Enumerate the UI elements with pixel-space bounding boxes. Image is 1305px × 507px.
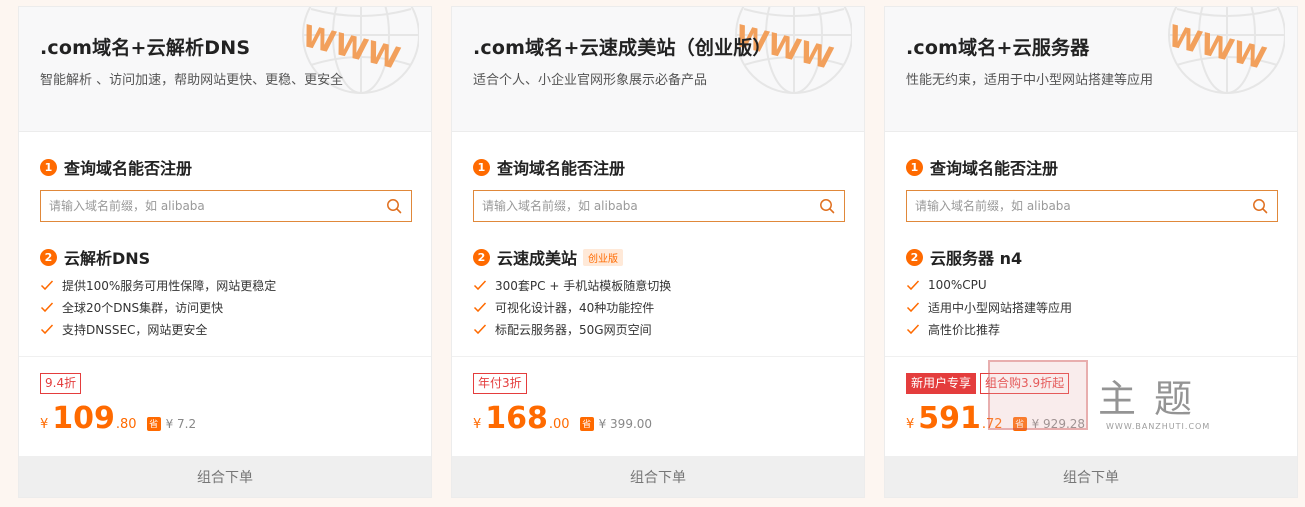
divider bbox=[885, 356, 1297, 357]
globe-www-icon: WWW bbox=[299, 7, 419, 94]
product-name: 云服务器 n4 bbox=[930, 249, 1023, 268]
product-card-dns: WWW .com域名+云解析DNS 智能解析 、访问加速，帮助网站更快、更稳、更… bbox=[18, 6, 432, 498]
step-label: 查询域名能否注册 bbox=[930, 159, 1059, 178]
card-subtitle: 适合个人、小企业官网形象展示必备产品 bbox=[473, 73, 708, 88]
feature-item: 支持DNSSEC，网站更安全 bbox=[40, 318, 276, 340]
feature-item: 提供100%服务可用性保障，网站更稳定 bbox=[40, 274, 276, 296]
search-icon[interactable] bbox=[1243, 191, 1277, 221]
product-name: 云速成美站 bbox=[497, 249, 578, 268]
feature-item: 适用中小型网站搭建等应用 bbox=[906, 296, 1072, 318]
step-number-1: 1 bbox=[906, 158, 923, 176]
price: ¥ 591 .72 省 ¥ 929.28 bbox=[906, 401, 1085, 437]
feature-item: 可视化设计器，40种功能控件 bbox=[473, 296, 671, 318]
price: ¥ 109 .80 省 ¥ 7.2 bbox=[40, 401, 196, 437]
globe-www-icon: WWW bbox=[1165, 7, 1285, 94]
discount-badges: 年付3折 bbox=[473, 373, 531, 394]
domain-search-box bbox=[473, 190, 845, 222]
original-price: ¥ 929.28 bbox=[1031, 417, 1086, 431]
divider bbox=[452, 356, 864, 357]
discount-badges: 新用户专享 组合购3.9折起 bbox=[906, 373, 1073, 394]
step-1: 1 查询域名能否注册 bbox=[40, 155, 192, 179]
price-decimal: .72 bbox=[981, 417, 1003, 432]
domain-search-input[interactable] bbox=[915, 192, 1243, 220]
card-subtitle: 智能解析 、访问加速，帮助网站更快、更稳、更安全 bbox=[40, 73, 344, 88]
currency-symbol: ¥ bbox=[906, 417, 915, 432]
original-price: ¥ 7.2 bbox=[165, 417, 197, 431]
price-decimal: .00 bbox=[548, 417, 570, 432]
card-title: .com域名+云速成美站（创业版） bbox=[473, 37, 772, 59]
step-number-2: 2 bbox=[906, 248, 923, 266]
step-2: 2 云服务器 n4 bbox=[906, 245, 1022, 269]
feature-item: 高性价比推荐 bbox=[906, 318, 1072, 340]
step-2: 2 云速成美站 创业版 bbox=[473, 245, 624, 269]
step-number-2: 2 bbox=[40, 248, 57, 266]
step-label: 查询域名能否注册 bbox=[497, 159, 626, 178]
check-icon bbox=[906, 302, 920, 313]
step-2: 2 云解析DNS bbox=[40, 245, 150, 269]
price-integer: 168 bbox=[485, 401, 548, 436]
divider bbox=[19, 356, 431, 357]
step-number-2: 2 bbox=[473, 248, 490, 266]
check-icon bbox=[473, 324, 487, 335]
step-number-1: 1 bbox=[473, 158, 490, 176]
check-icon bbox=[906, 324, 920, 335]
discount-badge: 9.4折 bbox=[40, 373, 82, 394]
product-card-site-builder: WWW .com域名+云速成美站（创业版） 适合个人、小企业官网形象展示必备产品… bbox=[451, 6, 865, 498]
domain-search-box bbox=[906, 190, 1278, 222]
check-icon bbox=[906, 280, 920, 291]
discount-badge: 年付3折 bbox=[473, 373, 527, 394]
feature-list: 300套PC + 手机站模板随意切换 可视化设计器，40种功能控件 标配云服务器… bbox=[473, 274, 671, 340]
price-decimal: .80 bbox=[115, 417, 137, 432]
price: ¥ 168 .00 省 ¥ 399.00 bbox=[473, 401, 652, 437]
search-icon[interactable] bbox=[377, 191, 411, 221]
feature-item: 全球20个DNS集群，访问更快 bbox=[40, 296, 276, 318]
currency-symbol: ¥ bbox=[473, 417, 482, 432]
domain-search-input[interactable] bbox=[49, 192, 377, 220]
order-button[interactable]: 组合下单 bbox=[452, 456, 864, 497]
price-integer: 591 bbox=[918, 401, 981, 436]
domain-search-box bbox=[40, 190, 412, 222]
card-header: WWW .com域名+云解析DNS 智能解析 、访问加速，帮助网站更快、更稳、更… bbox=[19, 7, 431, 132]
domain-search-input[interactable] bbox=[482, 192, 810, 220]
feature-item: 100%CPU bbox=[906, 274, 1072, 296]
card-subtitle: 性能无约束，适用于中小型网站搭建等应用 bbox=[906, 73, 1154, 88]
save-icon: 省 bbox=[1012, 416, 1027, 431]
edition-tag: 创业版 bbox=[583, 248, 624, 266]
feature-list: 100%CPU 适用中小型网站搭建等应用 高性价比推荐 bbox=[906, 274, 1072, 340]
check-icon bbox=[40, 280, 54, 291]
check-icon bbox=[473, 280, 487, 291]
discount-badge: 组合购3.9折起 bbox=[980, 373, 1070, 394]
feature-item: 标配云服务器，50G网页空间 bbox=[473, 318, 671, 340]
currency-symbol: ¥ bbox=[40, 417, 49, 432]
check-icon bbox=[40, 302, 54, 313]
step-1: 1 查询域名能否注册 bbox=[473, 155, 625, 179]
original-price: ¥ 399.00 bbox=[598, 417, 653, 431]
product-name: 云解析DNS bbox=[64, 249, 151, 268]
order-button[interactable]: 组合下单 bbox=[885, 456, 1297, 497]
card-title: .com域名+云服务器 bbox=[906, 37, 1090, 59]
save-icon: 省 bbox=[146, 416, 161, 431]
check-icon bbox=[40, 324, 54, 335]
step-number-1: 1 bbox=[40, 158, 57, 176]
check-icon bbox=[473, 302, 487, 313]
step-label: 查询域名能否注册 bbox=[64, 159, 193, 178]
step-1: 1 查询域名能否注册 bbox=[906, 155, 1058, 179]
feature-item: 300套PC + 手机站模板随意切换 bbox=[473, 274, 671, 296]
discount-badges: 9.4折 bbox=[40, 373, 85, 394]
new-user-badge: 新用户专享 bbox=[906, 373, 977, 394]
order-button[interactable]: 组合下单 bbox=[19, 456, 431, 497]
card-header: WWW .com域名+云速成美站（创业版） 适合个人、小企业官网形象展示必备产品 bbox=[452, 7, 864, 132]
save-icon: 省 bbox=[579, 416, 594, 431]
card-header: WWW .com域名+云服务器 性能无约束，适用于中小型网站搭建等应用 bbox=[885, 7, 1297, 132]
product-card-ecs: WWW .com域名+云服务器 性能无约束，适用于中小型网站搭建等应用 1 查询… bbox=[884, 6, 1298, 498]
card-title: .com域名+云解析DNS bbox=[40, 37, 251, 59]
price-integer: 109 bbox=[52, 401, 115, 436]
search-icon[interactable] bbox=[810, 191, 844, 221]
feature-list: 提供100%服务可用性保障，网站更稳定 全球20个DNS集群，访问更快 支持DN… bbox=[40, 274, 276, 340]
page: WWW .com域名+云解析DNS 智能解析 、访问加速，帮助网站更快、更稳、更… bbox=[0, 0, 1305, 507]
